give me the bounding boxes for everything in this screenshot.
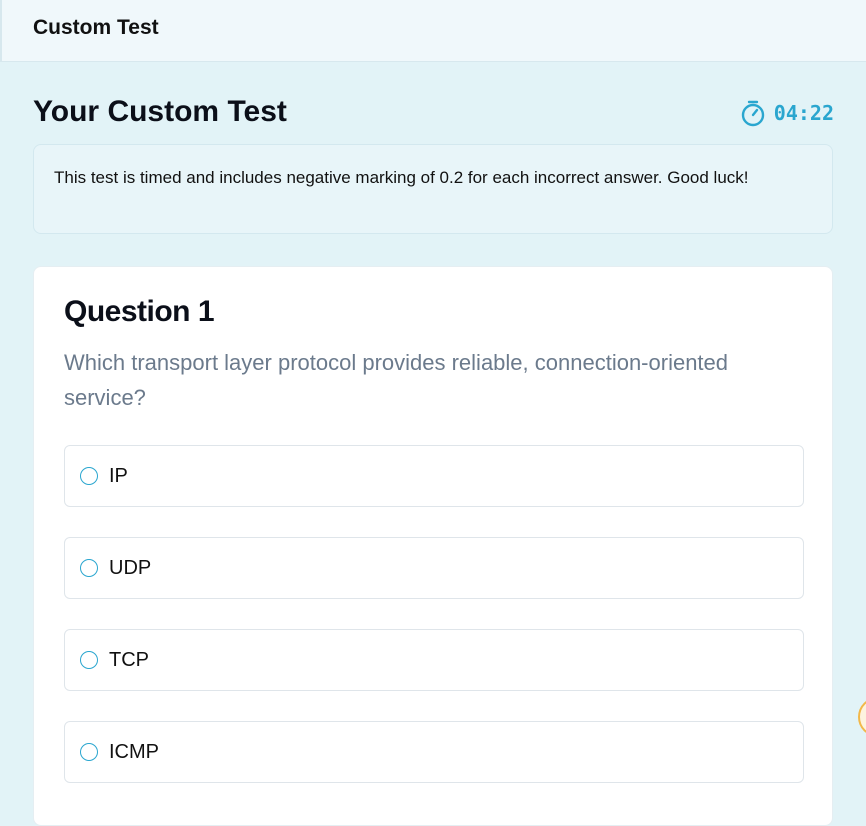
radio-button[interactable] <box>80 651 98 669</box>
floating-widget-button[interactable] <box>858 697 866 737</box>
question-card: Question 1 Which transport layer protoco… <box>33 266 833 826</box>
question-title: Question 1 <box>64 295 215 328</box>
question-text: Which transport layer protocol provides … <box>64 350 729 410</box>
radio-button[interactable] <box>80 559 98 577</box>
app-title: Custom Test <box>33 16 159 39</box>
page-title: Your Custom Test <box>33 95 287 128</box>
option-udp[interactable]: UDP <box>64 537 804 599</box>
option-label: TCP <box>109 648 149 671</box>
radio-button[interactable] <box>80 743 98 761</box>
option-ip[interactable]: IP <box>64 445 804 507</box>
notice-text: This test is timed and includes negative… <box>54 168 749 187</box>
top-bar: Custom Test <box>0 0 866 62</box>
radio-button[interactable] <box>80 467 98 485</box>
instructions-notice: This test is timed and includes negative… <box>33 144 833 234</box>
timer: 04:22 <box>740 98 834 128</box>
option-tcp[interactable]: TCP <box>64 629 804 691</box>
timer-value: 04:22 <box>773 101 834 125</box>
option-label: IP <box>109 464 128 487</box>
stopwatch-icon <box>740 99 766 127</box>
option-label: ICMP <box>109 740 159 763</box>
option-label: UDP <box>109 556 152 579</box>
option-icmp[interactable]: ICMP <box>64 721 804 783</box>
